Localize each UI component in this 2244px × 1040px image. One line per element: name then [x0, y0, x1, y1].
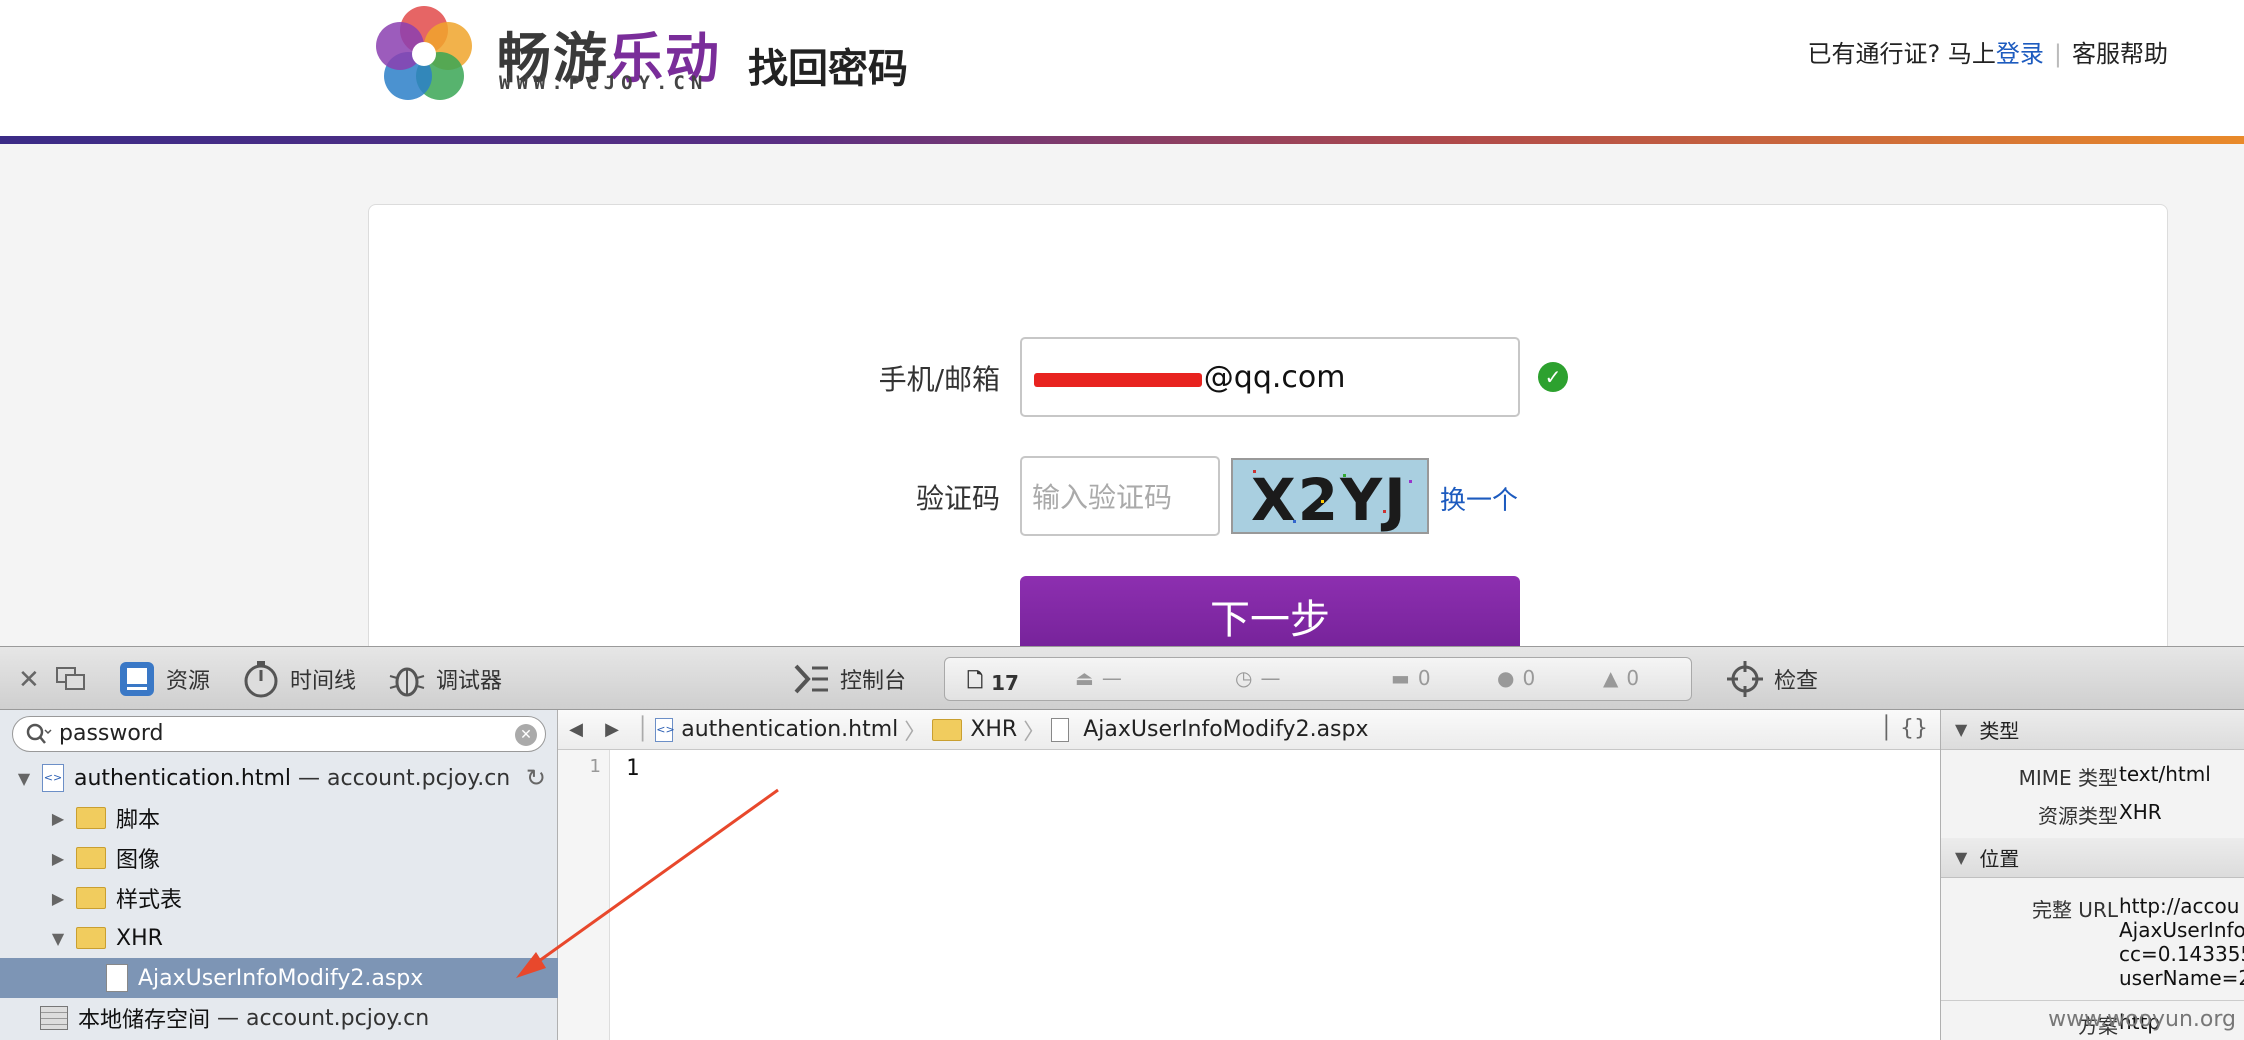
captcha-image[interactable]: X2YJ [1231, 458, 1429, 534]
captcha-input[interactable]: 输入验证码 [1020, 456, 1220, 536]
link-separator: | [2053, 40, 2062, 68]
valid-check-icon: ✓ [1538, 362, 1568, 392]
captcha-text: X2YJ [1251, 466, 1408, 534]
page-title: 找回密码 [748, 46, 908, 92]
email-field[interactable]: 294083961@qq.com [1020, 337, 1520, 417]
pcjoy-logo[interactable] [368, 0, 480, 108]
help-link[interactable]: 客服帮助 [2072, 40, 2168, 68]
login-link[interactable]: 登录 [1996, 40, 2044, 68]
email-label: 手机/邮箱 [878, 363, 1000, 396]
annotation-arrow [516, 788, 779, 978]
watermark: www.wooyun.org [2048, 1007, 2236, 1032]
header-gradient-bar [0, 136, 2244, 144]
site-header: 畅游乐动 WWW.PCJOY.CN 找回密码 已有通行证? 马上登录 | 客服帮助 [0, 0, 2244, 138]
captcha-label: 验证码 [915, 482, 1000, 515]
top-links: 已有通行证? 马上登录 | 客服帮助 [1808, 34, 2168, 69]
captcha-placeholder: 输入验证码 [1032, 481, 1173, 514]
brand-url: WWW.PCJOY.CN [499, 72, 709, 94]
email-domain-part: @qq.com [1203, 359, 1346, 395]
refresh-captcha-link[interactable]: 换一个 [1440, 480, 1518, 517]
web-inspector: ✕ 资源 时间线 调试器 控制台 🗋 17 ⏏ — ◷ — ▬ 0 ● 0 ▲ … [0, 646, 2244, 1040]
login-prompt: 已有通行证? 马上 [1807, 40, 1996, 68]
redaction-mark [1034, 373, 1202, 387]
